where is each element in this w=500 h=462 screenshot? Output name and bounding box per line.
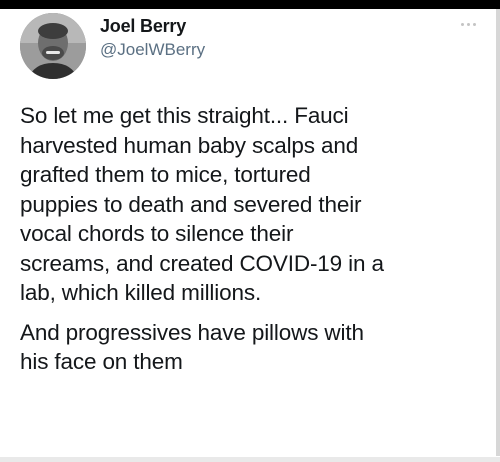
tweet-card: Joel Berry @JoelWBerry So let me get thi…: [0, 9, 496, 457]
tweet-header: Joel Berry @JoelWBerry: [20, 13, 480, 79]
more-dot: [472, 22, 476, 26]
bottom-edge: [0, 457, 500, 462]
top-edge-bar: [0, 0, 500, 9]
more-dot: [466, 22, 470, 26]
tweet-paragraph: And progressives have pillows with his f…: [20, 319, 364, 375]
more-dot: [460, 22, 464, 26]
tweet-text: So let me get this straight... Fauci har…: [20, 101, 485, 377]
author-handle[interactable]: @JoelWBerry: [100, 39, 205, 61]
more-horizontal-icon[interactable]: [456, 19, 480, 29]
author-display-name[interactable]: Joel Berry: [100, 15, 205, 37]
avatar-photo-icon: [20, 13, 86, 79]
avatar[interactable]: [20, 13, 86, 79]
author-names: Joel Berry @JoelWBerry: [100, 15, 205, 61]
scrollbar[interactable]: [496, 9, 500, 456]
tweet-paragraph: So let me get this straight... Fauci har…: [20, 103, 384, 305]
